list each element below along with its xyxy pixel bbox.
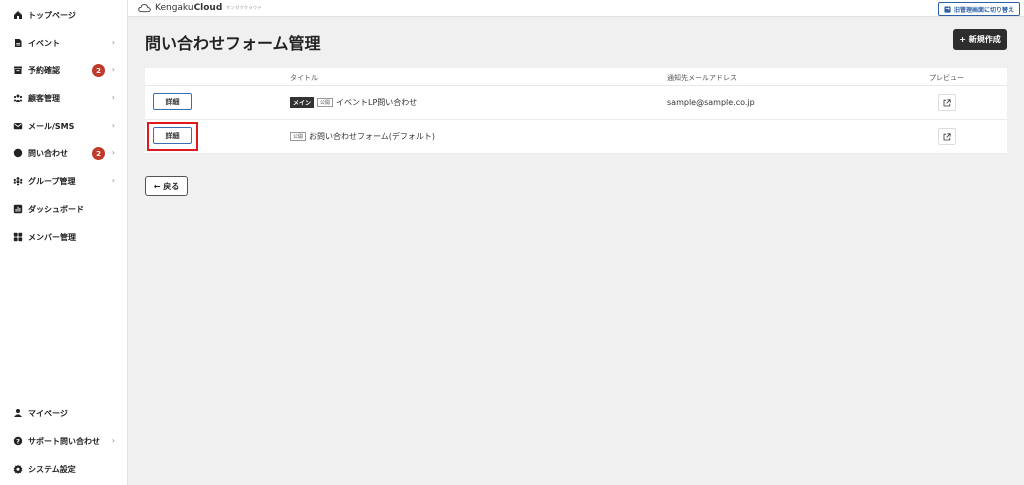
table-header: タイトル 通知先メールアドレス プレビュー [145,68,1007,86]
form-title: イベントLP問い合わせ [336,98,418,107]
chevron-right-icon: › [111,121,115,130]
form-title-cell: 公開 お問い合わせフォーム(デフォルト) [290,131,435,142]
grid-icon [13,232,23,242]
sidebar-item-label: システム設定 [28,464,76,474]
sidebar-item-customers[interactable]: 顧客管理 › [0,85,128,111]
logo-subtitle: ケンガククラウド [226,5,263,10]
sidebar-item-support[interactable]: ? サポート問い合わせ › [0,428,128,454]
sidebar-item-my-page[interactable]: マイページ [0,400,128,426]
table-row: 詳細 公開 お問い合わせフォーム(デフォルト) [145,120,1007,154]
top-header: Kengaku Cloud ケンガククラウド 旧管理画面に切り替え [128,0,1024,17]
users-icon [13,93,23,103]
sidebar-item-label: イベント [28,38,60,48]
preview-button[interactable] [938,94,956,111]
sidebar-item-events[interactable]: イベント › [0,30,128,56]
public-badge: 公開 [290,132,307,141]
sidebar-item-label: メンバー管理 [28,232,76,242]
main-badge: メイン [290,97,315,108]
preview-button[interactable] [938,128,956,145]
chevron-right-icon: › [111,65,115,74]
form-title: お問い合わせフォーム(デフォルト) [309,132,436,141]
person-icon [13,408,23,418]
notification-badge: 2 [92,147,105,160]
sidebar-item-label: グループ管理 [28,176,76,186]
help-icon: ? [13,436,23,446]
column-header-preview: プレビュー [929,74,964,82]
column-header-title: タイトル [290,74,318,82]
back-button[interactable]: ← 戻る [145,176,188,196]
external-link-icon [943,98,951,106]
create-new-button[interactable]: + 新規作成 [953,29,1007,50]
page-title: 問い合わせフォーム管理 [145,34,321,53]
sidebar-item-reservations[interactable]: 予約確認 2 › [0,57,128,83]
highlight-box [147,122,198,151]
sidebar-item-settings[interactable]: システム設定 [0,456,128,482]
sidebar-item-top-page[interactable]: トップページ [0,2,128,28]
sidebar: トップページ イベント › 予約確認 2 › 顧客管理 › メール/SMS › … [0,0,128,485]
sidebar-item-label: トップページ [28,10,76,20]
sidebar-item-label: 予約確認 [28,65,60,75]
sidebar-item-inquiries[interactable]: 問い合わせ 2 › [0,140,128,166]
logo-text-bold: Cloud [193,3,223,13]
box-icon [13,65,23,75]
notification-badge: 2 [92,64,105,77]
chart-icon [13,204,23,214]
chat-icon [13,148,23,158]
switch-legacy-admin-label: 旧管理画面に切り替え [953,6,1014,14]
chevron-right-icon: › [111,93,115,102]
group-icon [13,176,23,186]
public-badge: 公開 [317,98,334,107]
chevron-right-icon: › [111,148,115,157]
external-link-icon [943,132,951,140]
swap-icon [944,5,951,13]
chevron-right-icon: › [111,436,115,445]
sidebar-item-label: 顧客管理 [28,93,60,103]
chevron-right-icon: › [111,176,115,185]
home-icon [13,10,23,20]
sidebar-item-dashboard[interactable]: ダッシュボード [0,196,128,222]
switch-legacy-admin-button[interactable]: 旧管理画面に切り替え [937,2,1020,16]
mail-icon [13,121,23,131]
table-row: 詳細 メイン 公開 イベントLP問い合わせ sample@sample.co.j… [145,86,1007,120]
document-icon [13,38,23,48]
sidebar-item-label: マイページ [28,408,68,418]
gear-icon [13,464,23,474]
sidebar-item-members[interactable]: メンバー管理 [0,224,128,250]
sidebar-item-label: ダッシュボード [28,204,84,214]
sidebar-item-label: 問い合わせ [28,148,68,158]
chevron-right-icon: › [111,38,115,47]
logo-text-prefix: Kengaku [155,3,194,13]
sidebar-item-mail-sms[interactable]: メール/SMS › [0,113,128,139]
sidebar-item-groups[interactable]: グループ管理 › [0,168,128,194]
sidebar-item-label: サポート問い合わせ [28,436,100,446]
detail-button[interactable]: 詳細 [153,93,192,110]
notification-email: sample@sample.co.jp [667,98,755,107]
app-logo[interactable]: Kengaku Cloud ケンガククラウド [138,3,262,13]
column-header-email: 通知先メールアドレス [667,74,737,82]
form-title-cell: メイン 公開 イベントLP問い合わせ [290,97,417,108]
forms-table: タイトル 通知先メールアドレス プレビュー 詳細 メイン 公開 イベントLP問い… [145,68,1007,154]
svg-text:?: ? [16,437,20,445]
sidebar-item-label: メール/SMS [28,121,75,131]
cloud-icon [138,4,151,13]
